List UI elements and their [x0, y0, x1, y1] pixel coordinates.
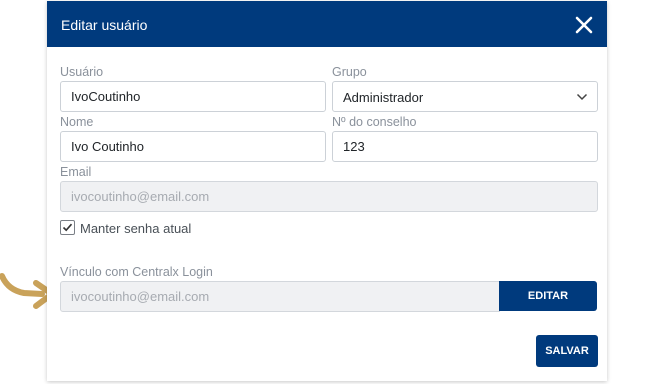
- editar-button[interactable]: EDITAR: [499, 281, 597, 311]
- usuario-input[interactable]: [60, 81, 326, 112]
- usuario-label: Usuário: [60, 65, 104, 79]
- nome-input[interactable]: [60, 131, 326, 162]
- conselho-label: Nº do conselho: [332, 115, 417, 129]
- manter-senha-checkbox[interactable]: [60, 220, 75, 235]
- email-input: [60, 181, 598, 212]
- edit-user-modal: Editar usuário Usuário Grupo Administrad…: [47, 1, 607, 381]
- close-icon[interactable]: [572, 13, 596, 37]
- conselho-input[interactable]: [332, 131, 598, 162]
- vinculo-input: [60, 281, 500, 312]
- vinculo-label: Vínculo com Centralx Login: [60, 265, 213, 279]
- modal-header: Editar usuário: [47, 1, 607, 47]
- check-icon: [62, 223, 73, 232]
- manter-senha-label: Manter senha atual: [80, 221, 192, 236]
- salvar-button[interactable]: SALVAR: [536, 335, 598, 367]
- chevron-down-icon: [576, 93, 588, 101]
- grupo-label: Grupo: [332, 65, 367, 79]
- email-label: Email: [60, 165, 92, 179]
- grupo-select[interactable]: Administrador: [332, 81, 598, 112]
- grupo-value: Administrador: [343, 90, 424, 105]
- modal-title: Editar usuário: [61, 17, 148, 33]
- nome-label: Nome: [60, 115, 94, 129]
